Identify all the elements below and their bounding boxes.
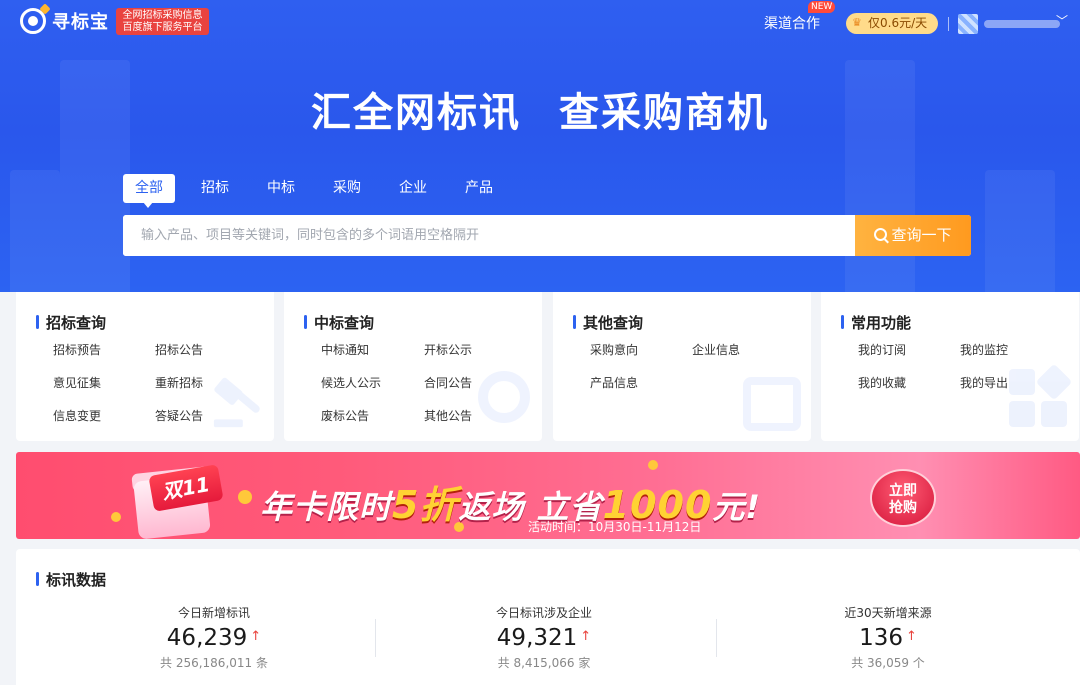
search-input[interactable] <box>123 215 855 256</box>
link-candidate-notice[interactable]: 候选人公示 <box>321 374 381 391</box>
link-company-info[interactable]: 企业信息 <box>692 341 740 358</box>
card-bidding-query: 招标查询 招标预告 招标公告 意见征集 重新招标 信息变更 答疑公告 <box>16 292 274 441</box>
link-product-info[interactable]: 产品信息 <box>590 374 638 391</box>
buy-now-line1: 立即 <box>889 483 917 499</box>
logo-text: 寻标宝 <box>52 12 109 33</box>
grid-icon <box>1009 363 1073 429</box>
stat-value: 49,321 ↑ <box>496 625 592 651</box>
slogan-line-2: 百度旗下服务平台 <box>122 22 203 33</box>
banner-text-e: 元! <box>712 488 761 526</box>
new-badge: NEW <box>808 1 836 13</box>
banner-text-b: 5折 <box>392 483 459 527</box>
search-button-label: 查询一下 <box>891 226 952 244</box>
link-my-subscriptions[interactable]: 我的订阅 <box>858 341 906 358</box>
link-bid-opening[interactable]: 开标公示 <box>424 341 472 358</box>
search-box: 查询一下 <box>123 215 971 256</box>
link-contract-notice[interactable]: 合同公告 <box>424 374 472 391</box>
tab-all[interactable]: 全部 <box>123 174 175 208</box>
crown-icon: ♛ <box>852 16 862 29</box>
logo-icon <box>20 8 46 34</box>
nav-divider <box>948 17 949 31</box>
vip-price-button[interactable]: ♛ 仅0.6元/天 <box>846 13 938 34</box>
buy-now-button[interactable]: 立即 抢购 <box>870 469 936 527</box>
stats-panel: 标讯数据 今日新增标讯 46,239 ↑ 共 256,186,011 条 今日标讯… <box>16 549 1080 685</box>
card-title: 其他查询 <box>573 312 643 333</box>
card-title: 中标查询 <box>304 312 374 333</box>
coin-icon <box>111 512 121 522</box>
slogan-badge: 全网招标采购信息 百度旗下服务平台 <box>116 8 209 35</box>
calendar-search-icon <box>743 377 801 431</box>
link-procurement-intent[interactable]: 采购意向 <box>590 341 638 358</box>
stat-30day-sources: 近30天新增来源 136 ↑ 共 36,059 个 <box>773 604 1003 671</box>
card-title: 招标查询 <box>36 312 106 333</box>
slogan-line-1: 全网招标采购信息 <box>122 10 203 21</box>
stat-value: 46,239 ↑ <box>166 625 262 651</box>
stat-label: 近30天新增来源 <box>844 606 932 620</box>
channel-cooperation-link[interactable]: 渠道合作 <box>764 13 820 33</box>
link-bid-preview[interactable]: 招标预告 <box>53 341 101 358</box>
stat-label: 今日标讯涉及企业 <box>495 606 592 620</box>
arrow-up-icon: ↑ <box>906 629 917 644</box>
tab-bidding[interactable]: 招标 <box>189 174 241 203</box>
stat-total: 共 8,415,066 家 <box>497 656 591 670</box>
arrow-up-icon: ↑ <box>250 629 262 644</box>
promo-banner[interactable]: 双11 年卡限时5折返场 立省1000元! 活动时间：10月30日-11月12日… <box>16 452 1080 539</box>
stat-today-companies: 今日标讯涉及企业 49,321 ↑ 共 8,415,066 家 <box>429 604 659 671</box>
vip-price-label: 仅0.6元/天 <box>868 16 928 30</box>
top-nav: 寻标宝 全网招标采购信息 百度旗下服务平台 渠道合作 NEW ♛ 仅0.6元/天… <box>0 0 1080 44</box>
hero-section: 寻标宝 全网招标采购信息 百度旗下服务平台 渠道合作 NEW ♛ 仅0.6元/天… <box>0 0 1080 292</box>
arrow-up-icon: ↑ <box>580 629 592 644</box>
tab-company[interactable]: 企业 <box>387 174 439 203</box>
link-failed-bid[interactable]: 废标公告 <box>321 407 369 424</box>
card-other-query: 其他查询 采购意向 企业信息 产品信息 <box>553 292 811 441</box>
stat-value: 136 ↑ <box>859 625 917 651</box>
link-rebid[interactable]: 重新招标 <box>155 374 203 391</box>
target-icon <box>478 371 530 423</box>
tab-award[interactable]: 中标 <box>255 174 307 203</box>
link-info-change[interactable]: 信息变更 <box>53 407 101 424</box>
stat-today-new: 今日新增标讯 46,239 ↑ 共 256,186,011 条 <box>99 604 329 671</box>
link-award-notice[interactable]: 中标通知 <box>321 341 369 358</box>
coin-icon <box>648 460 658 470</box>
card-title: 常用功能 <box>841 312 911 333</box>
tab-product[interactable]: 产品 <box>453 174 505 203</box>
query-cards: 招标查询 招标预告 招标公告 意见征集 重新招标 信息变更 答疑公告 中标查询 … <box>16 292 1080 441</box>
coin-icon <box>238 490 252 504</box>
link-other-notice[interactable]: 其他公告 <box>424 407 472 424</box>
search-button[interactable]: 查询一下 <box>855 215 971 256</box>
stats-title: 标讯数据 <box>36 569 106 590</box>
card-award-query: 中标查询 中标通知 开标公示 候选人公示 合同公告 废标公告 其他公告 <box>284 292 542 441</box>
tab-procurement[interactable]: 采购 <box>321 174 373 203</box>
chevron-down-icon[interactable]: ﹀ <box>1056 12 1068 29</box>
stat-total: 共 256,186,011 条 <box>160 656 268 670</box>
link-opinion-solicitation[interactable]: 意见征集 <box>53 374 101 391</box>
link-bid-announcement[interactable]: 招标公告 <box>155 341 203 358</box>
avatar[interactable] <box>958 14 978 34</box>
link-my-favorites[interactable]: 我的收藏 <box>858 374 906 391</box>
stat-divider <box>375 619 376 657</box>
stat-label: 今日新增标讯 <box>177 606 250 620</box>
search-icon <box>874 228 888 241</box>
logo[interactable]: 寻标宝 <box>20 8 109 34</box>
stat-divider <box>716 619 717 657</box>
card-common-functions: 常用功能 我的订阅 我的监控 我的收藏 我的导出 <box>821 292 1079 441</box>
banner-subtitle: 活动时间：10月30日-11月12日 <box>528 520 702 534</box>
stat-total: 共 36,059 个 <box>851 656 925 670</box>
gavel-icon <box>213 377 260 428</box>
buy-now-line2: 抢购 <box>889 500 917 516</box>
link-qa-announcement[interactable]: 答疑公告 <box>155 407 203 424</box>
link-my-monitoring[interactable]: 我的监控 <box>960 341 1008 358</box>
hero-headline: 汇全网标讯 查采购商机 <box>311 90 769 136</box>
link-my-exports[interactable]: 我的导出 <box>960 374 1008 391</box>
banner-text-a: 年卡限时 <box>260 488 393 526</box>
search-tabs: 全部 招标 中标 采购 企业 产品 <box>123 174 519 208</box>
username-redacted[interactable] <box>984 20 1060 28</box>
